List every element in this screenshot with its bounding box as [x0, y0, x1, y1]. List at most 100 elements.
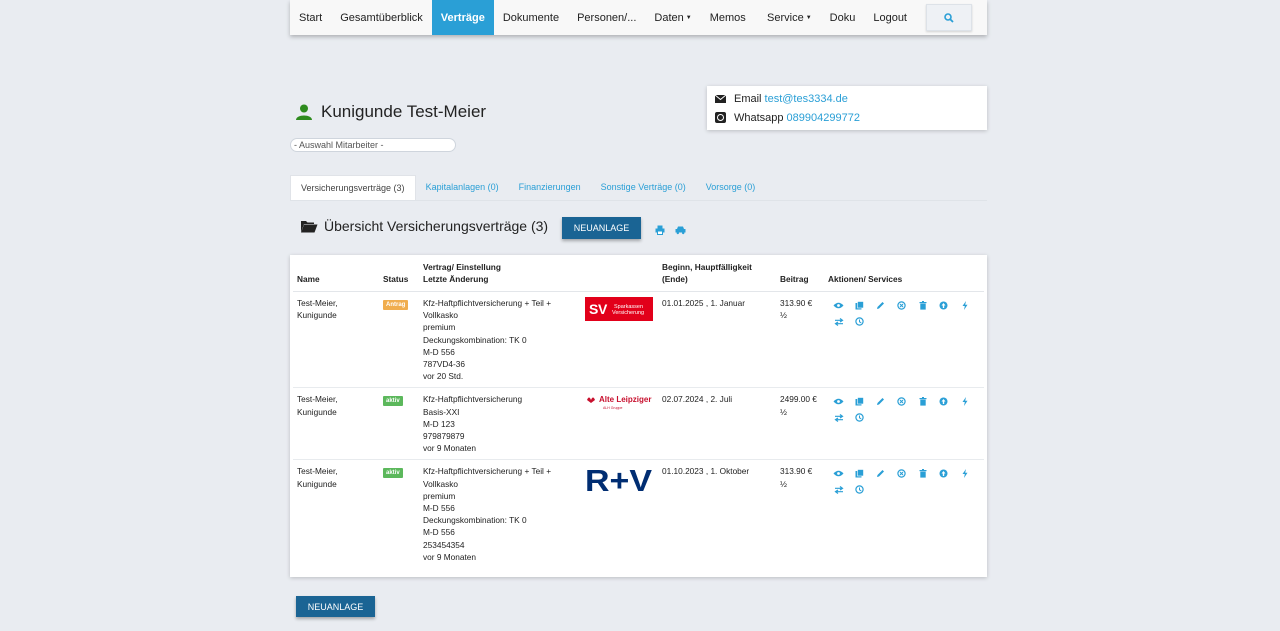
contract-line: Kfz-Haftpflichtversicherung + Teil + [423, 298, 552, 308]
copy-icon[interactable] [849, 467, 870, 480]
cell-beitrag: 313.90 € ½ [776, 291, 824, 389]
pencil-icon[interactable] [870, 467, 891, 480]
car-icon[interactable] [675, 222, 686, 240]
header-text: Letzte Änderung [423, 274, 489, 284]
trash-icon[interactable] [912, 299, 933, 312]
cell-beitrag: 2499.00 € ½ [776, 387, 824, 461]
beitrag-interval: ½ [780, 406, 787, 417]
eye-icon[interactable] [828, 467, 849, 480]
beitrag-amount: 313.90 € [780, 298, 813, 308]
nav-dokumente[interactable]: Dokumente [494, 0, 568, 35]
lightning-icon[interactable] [954, 395, 975, 408]
copy-icon[interactable] [849, 299, 870, 312]
cancel-icon[interactable] [891, 467, 912, 480]
nav-service-dropdown[interactable]: Service ▼ [758, 0, 821, 35]
table-header-row: Name Status Vertrag/ Einstellung Letzte Ä… [293, 259, 984, 292]
contract-line: Kfz-Haftpflichtversicherung [423, 394, 523, 405]
tab-kapitalanlagen[interactable]: Kapitalanlagen (0) [416, 175, 509, 200]
folder-open-icon [301, 221, 318, 233]
trash-icon[interactable] [912, 467, 933, 480]
history-icon[interactable] [849, 483, 870, 496]
person-header: Kunigunde Test-Meier [295, 102, 486, 122]
beitrag-amount: 2499.00 € [780, 394, 817, 405]
tab-vorsorge[interactable]: Vorsorge (0) [696, 175, 766, 200]
svg-text:Versicherung: Versicherung [612, 310, 644, 316]
svg-text:ALH Gruppe: ALH Gruppe [603, 406, 623, 410]
nav-label: Gesamtüberblick [340, 11, 423, 24]
cell-vertrag[interactable]: Kfz-Haftpflichtversicherung + Teil + Vol… [419, 460, 581, 568]
email-link[interactable]: test@tes3334.de [765, 93, 848, 105]
eye-icon[interactable] [828, 395, 849, 408]
contract-line: Basis-XXI [423, 406, 460, 417]
beitrag-interval: ½ [780, 478, 787, 489]
eye-icon[interactable] [828, 299, 849, 312]
upload-icon[interactable] [933, 467, 954, 480]
cancel-icon[interactable] [891, 395, 912, 408]
top-navbar: Start Gesamtüberblick Verträge Dokumente… [290, 0, 987, 35]
nav-label: Dokumente [502, 11, 560, 24]
cell-logo: Alte Leipziger ALH Gruppe [581, 387, 658, 461]
cell-actions [824, 460, 984, 568]
tab-sonstige-vertraege[interactable]: Sonstige Verträge (0) [591, 175, 696, 200]
section-header: Übersicht Versicherungsverträge (3) [300, 218, 548, 234]
sparkassen-versicherung-logo: S V Sparkassen Versicherung [585, 297, 653, 321]
pencil-icon[interactable] [870, 395, 891, 408]
cell-status: aktiv [379, 387, 419, 461]
cell-vertrag[interactable]: Kfz-Haftpflichtversicherung + Teil + Vol… [419, 291, 581, 389]
name-text: Kunigunde [297, 478, 337, 489]
col-beginn: Beginn, Hauptfälligkeit (Ende) [658, 259, 776, 292]
nav-label: Service [767, 11, 804, 24]
svg-text:R+V: R+V [585, 465, 652, 493]
history-icon[interactable] [849, 315, 870, 328]
action-icons [828, 297, 980, 328]
beitrag-amount: 313.90 € [780, 466, 813, 477]
cell-vertrag[interactable]: Kfz-Haftpflichtversicherung Basis-XXI M-… [419, 387, 581, 461]
nav-logout[interactable]: Logout [864, 0, 916, 35]
nav-gesamtueberblick[interactable]: Gesamtüberblick [331, 0, 432, 35]
name-text: Test-Meier, [297, 466, 338, 477]
nav-personen[interactable]: Personen/... [568, 0, 645, 35]
lightning-icon[interactable] [954, 299, 975, 312]
cell-actions [824, 387, 984, 461]
status-badge: aktiv [383, 396, 403, 407]
nav-daten-dropdown[interactable]: Daten ▼ [645, 0, 700, 35]
cell-beginn: 02.07.2024 , 2. Juli [658, 387, 776, 461]
mitarbeiter-select[interactable]: - Auswahl Mitarbeiter - [290, 138, 456, 152]
nav-doku[interactable]: Doku [821, 0, 865, 35]
nav-memos[interactable]: Memos [701, 0, 755, 35]
upload-icon[interactable] [933, 395, 954, 408]
search-button[interactable] [926, 4, 972, 31]
contracts-card: Name Status Vertrag/ Einstellung Letzte Ä… [290, 255, 987, 577]
cell-status: Antrag [379, 291, 419, 389]
name-text: Test-Meier, [297, 298, 338, 308]
transfer-icon[interactable] [828, 483, 849, 496]
contract-line: M-D 123 [423, 418, 455, 429]
nav-label: Verträge [440, 11, 485, 24]
copy-icon[interactable] [849, 395, 870, 408]
pencil-icon[interactable] [870, 299, 891, 312]
tab-finanzierungen[interactable]: Finanzierungen [509, 175, 591, 200]
name-text: Kunigunde [297, 406, 337, 417]
svg-text:V: V [598, 301, 608, 317]
whatsapp-link[interactable]: 089904299772 [787, 112, 860, 124]
nav-vertraege[interactable]: Verträge [431, 0, 494, 35]
print-icon[interactable] [655, 222, 665, 240]
whatsapp-row: Whatsapp 089904299772 [707, 108, 987, 127]
new-contract-button[interactable]: NEUANLAGE [562, 217, 641, 239]
lightning-icon[interactable] [954, 467, 975, 480]
trash-icon[interactable] [912, 395, 933, 408]
cancel-icon[interactable] [891, 299, 912, 312]
table-row: Test-Meier, Kunigunde aktiv Kfz-Haftpflic… [293, 387, 984, 461]
history-icon[interactable] [849, 411, 870, 424]
transfer-icon[interactable] [828, 411, 849, 424]
nav-start[interactable]: Start [290, 0, 331, 35]
contract-line: 979879879 [423, 431, 465, 442]
cell-beginn: 01.01.2025 , 1. Januar [658, 291, 776, 389]
cell-name: Test-Meier, Kunigunde [293, 291, 379, 389]
new-contract-button-bottom[interactable]: NEUANLAGE [296, 596, 375, 617]
contract-line: vor 9 Monaten [423, 443, 477, 454]
transfer-icon[interactable] [828, 315, 849, 328]
status-badge: Antrag [383, 300, 409, 310]
upload-icon[interactable] [933, 299, 954, 312]
tab-versicherungsvertraege[interactable]: Versicherungsverträge (3) [290, 175, 416, 200]
